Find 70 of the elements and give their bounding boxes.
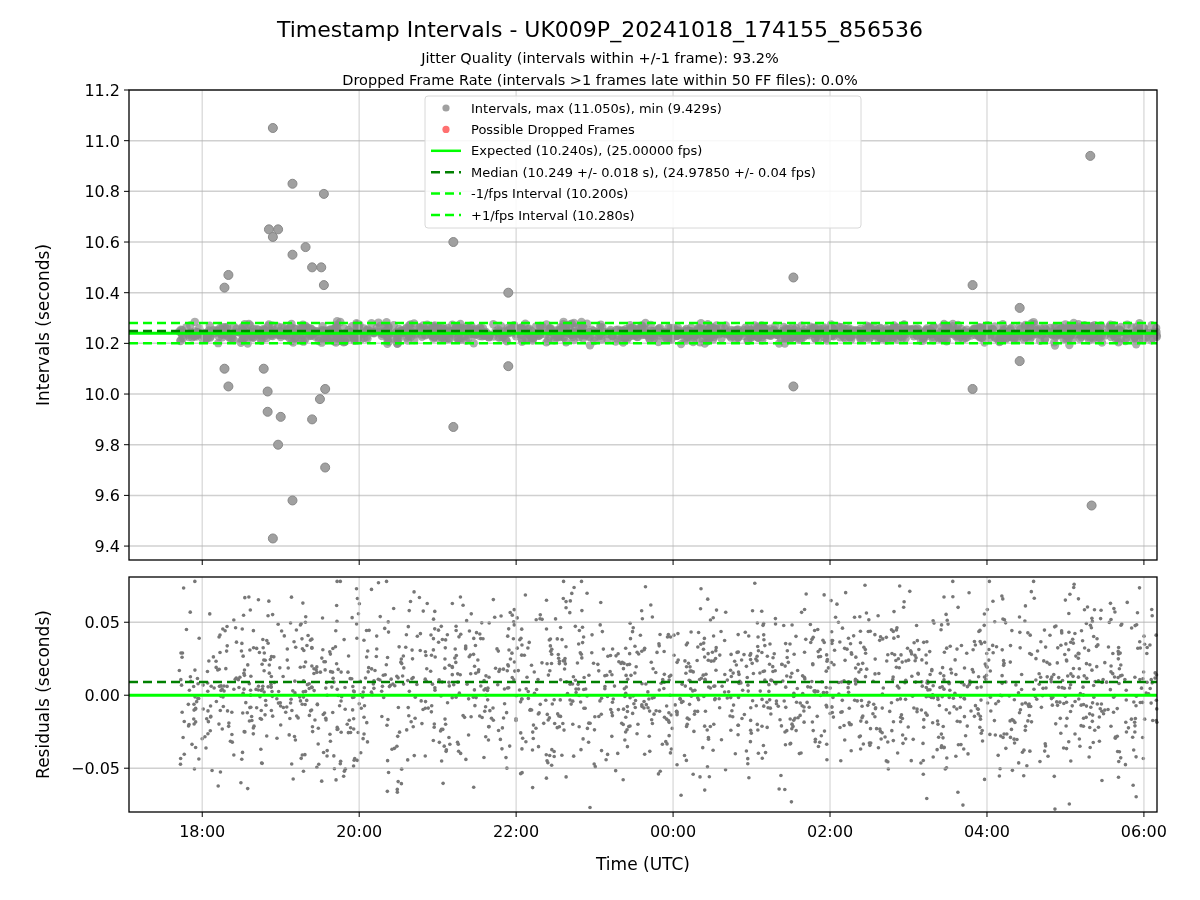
data-point bbox=[1014, 302, 1025, 313]
y-tick-label: 10.8 bbox=[84, 182, 120, 202]
data-point bbox=[262, 386, 273, 397]
data-point bbox=[503, 361, 514, 372]
data-point bbox=[258, 363, 269, 374]
y-tick-label: 9.4 bbox=[94, 537, 120, 557]
data-point bbox=[287, 249, 298, 260]
x-tick-label: 04:00 bbox=[963, 822, 1011, 841]
data-point bbox=[223, 269, 234, 280]
legend-label: -1/fps Interval (10.200s) bbox=[471, 186, 629, 202]
data-point bbox=[263, 224, 274, 235]
data-point bbox=[275, 411, 286, 422]
data-point bbox=[267, 123, 278, 133]
data-point bbox=[967, 280, 978, 291]
y-tick-label: 0.05 bbox=[84, 613, 120, 633]
legend-label: Intervals, max (11.050s), min (9.429s) bbox=[471, 100, 722, 116]
data-point bbox=[267, 231, 278, 242]
data-point bbox=[219, 282, 230, 293]
data-point bbox=[219, 363, 230, 374]
legend-label: Median (10.249 +/- 0.018 s), (24.97850 +/- 0.04 fps) bbox=[471, 164, 816, 180]
y-tick-label: 10.6 bbox=[84, 233, 120, 252]
x-tick-label: 20:00 bbox=[336, 822, 383, 841]
y-tick-label: 11.2 bbox=[84, 81, 120, 100]
y-tick-label: 9.8 bbox=[94, 435, 120, 455]
data-point bbox=[318, 280, 329, 291]
legend-label: Possible Dropped Frames bbox=[471, 121, 635, 137]
data-point bbox=[300, 242, 311, 253]
x-tick-label: 18:00 bbox=[179, 822, 226, 841]
x-tick-label: 00:00 bbox=[650, 822, 697, 841]
data-point bbox=[307, 262, 318, 273]
data-point bbox=[273, 439, 284, 450]
y-tick-label: 0.00 bbox=[84, 686, 120, 706]
y-tick-label: −0.05 bbox=[70, 759, 120, 779]
figure-subtitle: Dropped Frame Rate (intervals >1 frames late within 50 FF files): 0.0% bbox=[342, 72, 858, 88]
data-point bbox=[1086, 500, 1097, 511]
figure-title: Timestamp Intervals - UK009P_20241018_174155_856536 bbox=[276, 17, 924, 42]
data-point bbox=[262, 406, 273, 417]
data-point bbox=[503, 287, 514, 298]
data-point bbox=[273, 224, 284, 235]
x-tick-label: 02:00 bbox=[806, 822, 854, 841]
data-point bbox=[318, 188, 329, 199]
data-point bbox=[788, 381, 799, 392]
data-point bbox=[448, 422, 459, 432]
data-point bbox=[1014, 356, 1025, 367]
data-point bbox=[316, 262, 327, 273]
data-point bbox=[307, 414, 318, 425]
x-tick-label: 06:00 bbox=[1120, 822, 1167, 841]
data-point bbox=[1085, 150, 1096, 161]
y-tick-label: 10.0 bbox=[84, 385, 120, 405]
y-tick-label: 11.0 bbox=[84, 131, 120, 151]
y-tick-label: 10.4 bbox=[84, 283, 120, 303]
y-tick-label: 10.2 bbox=[84, 334, 120, 354]
legend-label: +1/fps Interval (10.280s) bbox=[471, 207, 635, 223]
data-point bbox=[314, 394, 325, 405]
data-point bbox=[320, 462, 331, 473]
x-axis-label: Time (UTC) bbox=[596, 854, 690, 874]
data-point bbox=[788, 272, 799, 283]
y-tick-label: 9.6 bbox=[94, 486, 120, 506]
data-point bbox=[320, 384, 331, 394]
y-axis-label: Intervals (seconds) bbox=[33, 243, 53, 407]
x-tick-label: 22:00 bbox=[493, 822, 540, 841]
data-point bbox=[448, 237, 459, 247]
y-axis-label: Residuals (seconds) bbox=[33, 610, 53, 779]
legend-label: Expected (10.240s), (25.00000 fps) bbox=[471, 143, 703, 159]
data-point bbox=[967, 384, 978, 394]
data-point bbox=[287, 495, 298, 506]
data-point bbox=[267, 533, 278, 544]
data-point bbox=[223, 381, 234, 392]
figure-subtitle: Jitter Quality (intervals within +/-1 frame): 93.2% bbox=[421, 50, 779, 66]
data-point bbox=[287, 178, 298, 189]
